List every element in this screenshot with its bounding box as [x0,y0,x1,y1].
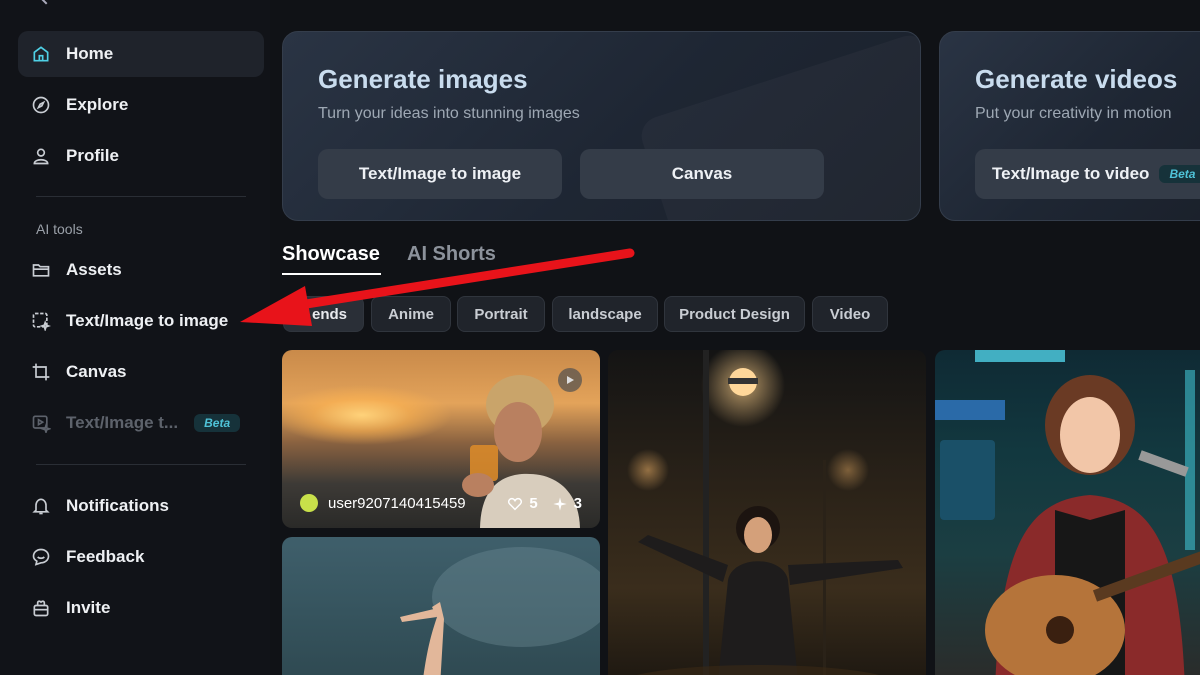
active-tab-underline [282,273,381,275]
sidebar-item-explore[interactable]: Explore [18,82,264,128]
tab-ai-shorts[interactable]: AI Shorts [407,243,496,266]
sidebar-item-profile[interactable]: Profile [18,133,264,179]
generate-videos-card: Generate videos Put your creativity in m… [939,31,1200,221]
sidebar-item-label: Invite [66,598,111,617]
singer-guitar-figure [935,350,1200,675]
gift-icon [30,597,52,619]
like-count: 5 [529,495,538,512]
author-row: user9207140415459 [300,494,466,512]
sidebar-item-label: Notifications [66,496,169,515]
avatar [300,494,318,512]
gallery-card-sunset[interactable]: user9207140415459 5 3 [282,350,600,528]
gallery-card-singer[interactable] [935,350,1200,675]
video-sparkle-icon [30,412,52,434]
hero-title: Generate images [318,64,528,94]
sidebar-item-invite[interactable]: Invite [18,585,264,631]
bell-icon [30,495,52,517]
remix-count: 3 [573,495,582,512]
chip-product-design[interactable]: Product Design [664,296,805,332]
sidebar-item-home[interactable]: Home [18,31,264,77]
dancer-figure [400,547,600,675]
sidebar-item-text-image-to-image[interactable]: Text/Image to image [18,298,264,344]
sidebar-item-notifications[interactable]: Notifications [18,483,264,529]
sidebar-item-label: Text/Image t... [66,413,179,432]
generate-images-card: Generate images Turn your ideas into stu… [282,31,921,221]
chip-portrait[interactable]: Portrait [457,296,545,332]
chat-icon [30,546,52,568]
username: user9207140415459 [328,494,466,512]
sidebar-item-label: Profile [66,146,119,165]
sidebar-item-label: Canvas [66,362,127,381]
dancer-in-rain-figure [636,350,903,675]
sidebar-divider [36,196,246,197]
button-label: Text/Image to video [992,164,1150,183]
chip-trends[interactable]: ends [283,296,364,332]
sidebar-item-label: Feedback [66,547,145,566]
beta-badge: Beta [194,414,241,432]
sidebar-item-label: Assets [66,260,122,279]
chip-landscape[interactable]: landscape [552,296,658,332]
chip-video[interactable]: Video [812,296,888,332]
home-icon [30,43,52,65]
sidebar-item-label: Home [66,44,114,63]
folder-icon [30,259,52,281]
collapse-chevron-icon[interactable] [37,0,55,5]
chip-anime[interactable]: Anime [371,296,451,332]
user-icon [30,145,52,167]
card-stats: 5 3 [507,495,582,512]
sidebar-item-label: Explore [66,95,129,114]
image-sparkle-icon [30,310,52,332]
tab-showcase[interactable]: Showcase [282,243,380,266]
sidebar-item-canvas[interactable]: Canvas [18,349,264,395]
hero-subtitle: Turn your ideas into stunning images [318,105,580,122]
hero-title: Generate videos [975,64,1178,94]
gallery-card-dancer[interactable] [282,537,600,675]
crop-icon [30,361,52,383]
gallery-card-rain-street[interactable] [608,350,926,675]
hero-subtitle: Put your creativity in motion [975,105,1172,122]
heart-icon[interactable] [507,496,523,512]
play-icon[interactable] [558,368,582,392]
beta-badge: Beta [1159,165,1200,183]
section-label-ai-tools: AI tools [36,221,83,237]
sparkle-icon[interactable] [552,496,568,512]
canvas-button[interactable]: Canvas [580,149,824,199]
sidebar-item-label: Text/Image to image [66,311,229,330]
sidebar: Home Explore Profile AI tools Assets Tex… [0,0,270,675]
text-image-to-image-button[interactable]: Text/Image to image [318,149,562,199]
sidebar-item-text-image-to-video[interactable]: Text/Image t... Beta [18,400,264,446]
text-image-to-video-button[interactable]: Text/Image to video Beta [975,149,1200,199]
sidebar-divider [36,464,246,465]
sidebar-item-assets[interactable]: Assets [18,247,264,293]
compass-icon [30,94,52,116]
sidebar-item-feedback[interactable]: Feedback [18,534,264,580]
